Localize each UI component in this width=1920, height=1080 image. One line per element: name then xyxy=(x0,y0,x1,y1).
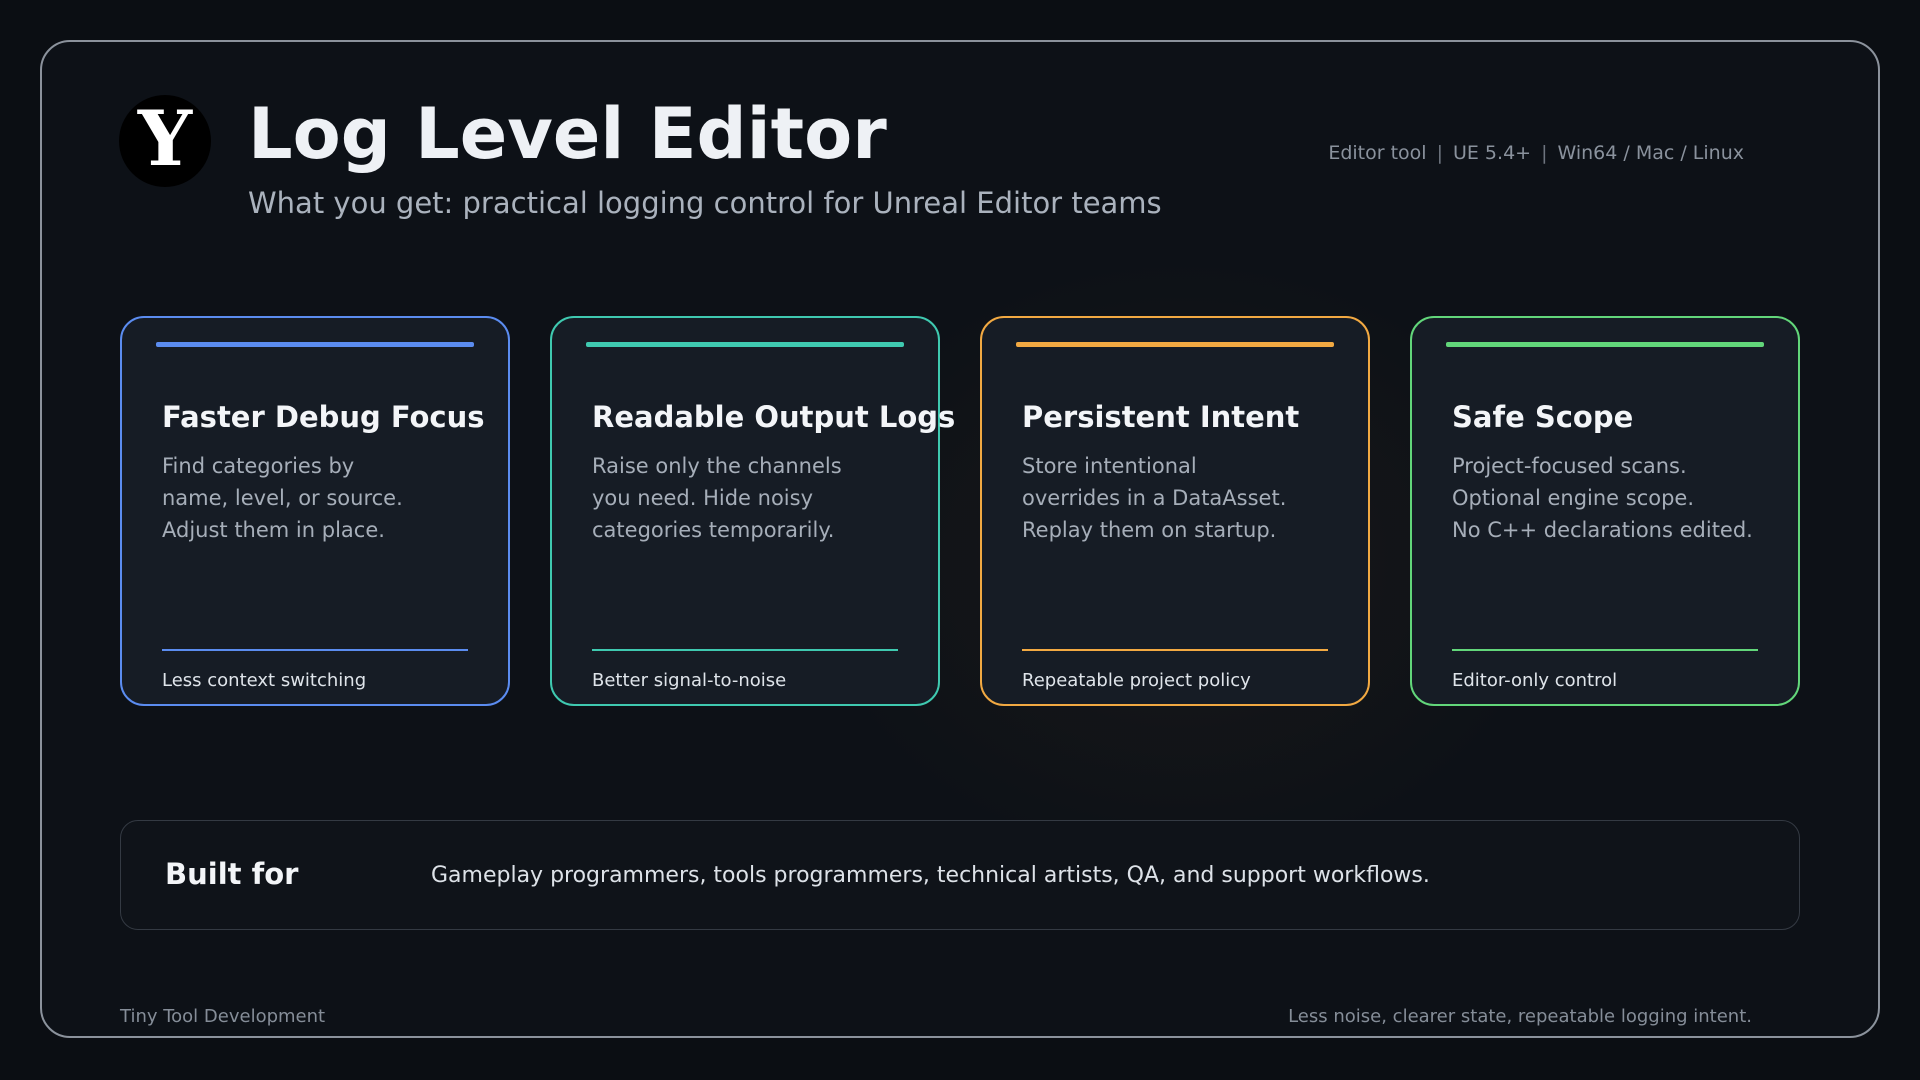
built-for-panel: Built for Gameplay programmers, tools pr… xyxy=(120,820,1800,930)
card-body: Find categories by name, level, or sourc… xyxy=(162,450,492,546)
meta-version: UE 5.4+ xyxy=(1452,142,1532,164)
page-subtitle: What you get: practical logging control … xyxy=(248,186,1162,220)
footer-tagline: Less noise, clearer state, repeatable lo… xyxy=(1288,1006,1752,1027)
card-divider xyxy=(162,649,468,651)
slide: Y Log Level Editor What you get: practic… xyxy=(0,0,1920,1080)
meta-separator: | xyxy=(1541,142,1548,164)
feature-card-readable-output-logs: Readable Output Logs Raise only the chan… xyxy=(550,316,955,706)
meta-type: Editor tool xyxy=(1328,142,1427,164)
card-body-line: No C++ declarations edited. xyxy=(1452,518,1753,542)
built-for-text: Gameplay programmers, tools programmers,… xyxy=(431,863,1430,888)
card-body: Store intentional overrides in a DataAss… xyxy=(1022,450,1352,546)
card-divider xyxy=(592,649,898,651)
card-body-line: Adjust them in place. xyxy=(162,518,385,542)
feature-card-persistent-intent: Persistent Intent Store intentional over… xyxy=(980,316,1370,706)
card-divider xyxy=(1022,649,1328,651)
card-body-line: Project-focused scans. xyxy=(1452,454,1687,478)
card-accent-bar xyxy=(1016,342,1334,347)
card-accent-bar xyxy=(156,342,474,347)
card-title: Readable Output Logs xyxy=(592,400,956,434)
meta-separator: | xyxy=(1436,142,1443,164)
card-accent-bar xyxy=(586,342,904,347)
card-title: Persistent Intent xyxy=(1022,400,1300,434)
card-footer: Editor-only control xyxy=(1452,670,1618,691)
card-body-line: Raise only the channels xyxy=(592,454,842,478)
card-body-line: you need. Hide noisy xyxy=(592,486,814,510)
feature-card-safe-scope: Safe Scope Project-focused scans. Option… xyxy=(1410,316,1800,706)
logo: Y xyxy=(119,95,211,187)
feature-card-faster-debug-focus: Faster Debug Focus Find categories by na… xyxy=(120,316,510,706)
card-title: Safe Scope xyxy=(1452,400,1634,434)
built-for-label: Built for xyxy=(165,857,299,891)
card-body: Raise only the channels you need. Hide n… xyxy=(592,450,922,546)
meta-platforms: Win64 / Mac / Linux xyxy=(1557,142,1744,164)
card-footer: Better signal-to-noise xyxy=(592,670,787,691)
card-body-line: Optional engine scope. xyxy=(1452,486,1695,510)
meta-info: Editor tool | UE 5.4+ | Win64 / Mac / Linux xyxy=(1328,142,1744,164)
card-footer: Less context switching xyxy=(162,670,367,691)
card-body-line: Replay them on startup. xyxy=(1022,518,1277,542)
page-title: Log Level Editor xyxy=(248,93,887,175)
card-body-line: name, level, or source. xyxy=(162,486,403,510)
card-divider xyxy=(1452,649,1758,651)
card-title: Faster Debug Focus xyxy=(162,400,485,434)
card-body-line: Store intentional xyxy=(1022,454,1197,478)
card-footer: Repeatable project policy xyxy=(1022,670,1251,691)
footer-credit: Tiny Tool Development xyxy=(120,1006,326,1027)
card-body-line: overrides in a DataAsset. xyxy=(1022,486,1287,510)
card-body-line: Find categories by xyxy=(162,454,355,478)
card-accent-bar xyxy=(1446,342,1764,347)
card-body: Project-focused scans. Optional engine s… xyxy=(1452,450,1782,546)
card-body-line: categories temporarily. xyxy=(592,518,835,542)
logo-icon: Y xyxy=(137,94,193,183)
